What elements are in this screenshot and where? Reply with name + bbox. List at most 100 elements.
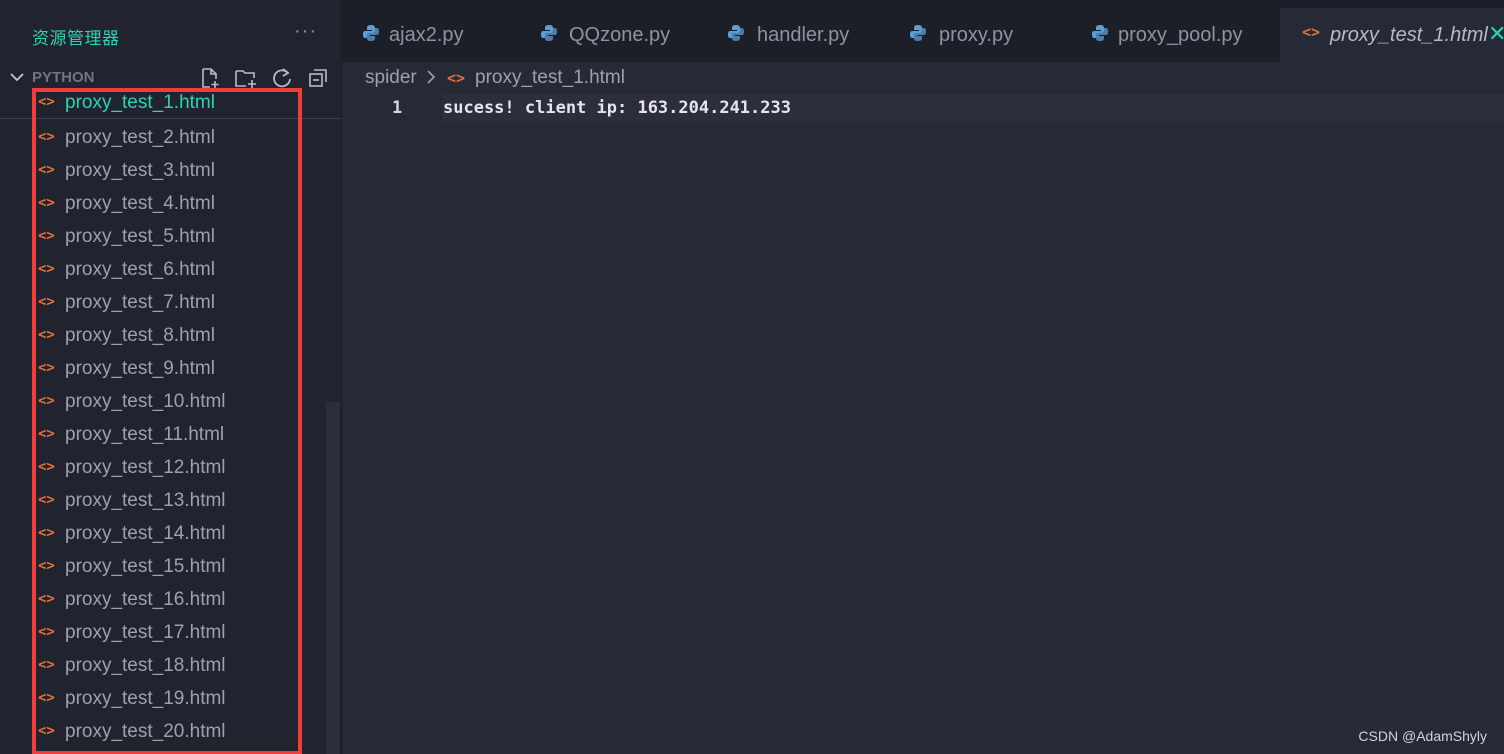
file-tree-item[interactable]: <> proxy_test_6.html: [0, 253, 341, 286]
tab-proxy[interactable]: proxy.py: [887, 8, 1067, 62]
new-folder-button[interactable]: [233, 66, 259, 90]
file-tree-item[interactable]: <> proxy_test_2.html: [0, 121, 341, 154]
python-icon: [1092, 25, 1108, 41]
more-actions-icon[interactable]: ···: [294, 20, 317, 43]
new-file-button[interactable]: [197, 66, 223, 90]
file-tree-item[interactable]: <> proxy_test_10.html: [0, 385, 341, 418]
tab-ajax2[interactable]: ajax2.py: [342, 8, 522, 62]
workspace-section-header[interactable]: PYTHON: [0, 63, 341, 91]
file-tree-item[interactable]: <> proxy_test_8.html: [0, 319, 341, 352]
file-tree-item[interactable]: <> proxy_test_3.html: [0, 154, 341, 187]
python-icon: [728, 25, 744, 41]
vscode-window: 资源管理器 ··· PYTHON <> proxy_test_1.html <>…: [0, 0, 1504, 754]
close-icon[interactable]: ✕: [1488, 21, 1504, 47]
html-file-icon: <>: [38, 128, 55, 145]
explorer-title: 资源管理器: [32, 29, 120, 48]
html-file-icon: <>: [38, 293, 55, 310]
tab-label: proxy_pool.py: [1118, 24, 1243, 46]
file-name: proxy_test_18.html: [65, 654, 226, 676]
tab-proxy-pool[interactable]: proxy_pool.py: [1067, 8, 1280, 62]
line-content[interactable]: sucess! client ip: 163.204.241.233: [443, 98, 791, 118]
html-file-icon: <>: [38, 326, 55, 343]
html-file-icon: <>: [38, 194, 55, 211]
file-name: proxy_test_13.html: [65, 489, 226, 511]
file-name: proxy_test_6.html: [65, 258, 215, 280]
explorer-header: 资源管理器 ···: [0, 0, 341, 70]
file-name: proxy_test_9.html: [65, 357, 215, 379]
html-file-icon: <>: [1302, 23, 1321, 41]
tab-label: proxy.py: [939, 24, 1014, 46]
file-tree-item[interactable]: <> proxy_test_18.html: [0, 649, 341, 682]
file-tree-item[interactable]: <> proxy_test_5.html: [0, 220, 341, 253]
breadcrumb: spider <> proxy_test_1.html: [342, 62, 1504, 94]
chevron-down-icon: [10, 73, 24, 82]
line-number: 1: [392, 98, 403, 118]
collapse-all-icon: [309, 69, 327, 87]
file-name: proxy_test_10.html: [65, 390, 226, 412]
file-tree-item[interactable]: <> proxy_test_19.html: [0, 682, 341, 715]
file-name: proxy_test_8.html: [65, 324, 215, 346]
html-file-icon: <>: [38, 392, 55, 409]
file-name: proxy_test_15.html: [65, 555, 226, 577]
file-tree: <> proxy_test_1.html <> proxy_test_2.html <>…: [0, 88, 341, 748]
html-file-icon: <>: [38, 260, 55, 277]
refresh-button[interactable]: [269, 66, 295, 90]
html-file-icon: <>: [38, 227, 55, 244]
html-file-icon: <>: [38, 656, 55, 673]
file-tree-item[interactable]: <> proxy_test_7.html: [0, 286, 341, 319]
file-name: proxy_test_17.html: [65, 621, 226, 643]
file-name: proxy_test_11.html: [65, 423, 225, 445]
file-name: proxy_test_4.html: [65, 192, 215, 214]
tab-label: QQzone.py: [569, 24, 671, 46]
tab-proxy-test-1[interactable]: <> proxy_test_1.html ✕: [1280, 8, 1504, 62]
file-name: proxy_test_2.html: [65, 126, 215, 148]
file-name: proxy_test_12.html: [65, 456, 226, 478]
tab-label: proxy_test_1.html: [1330, 24, 1488, 46]
tab-label: ajax2.py: [389, 24, 464, 46]
tab-qqzone[interactable]: QQzone.py: [522, 8, 709, 62]
new-folder-icon: [235, 70, 256, 88]
file-tree-item[interactable]: <> proxy_test_1.html: [0, 88, 341, 119]
file-tree-item[interactable]: <> proxy_test_11.html: [0, 418, 341, 451]
python-icon: [363, 25, 379, 41]
explorer-actions: [197, 66, 331, 90]
new-file-icon: [202, 68, 219, 88]
code-editor[interactable]: 1 sucess! client ip: 163.204.241.233: [342, 94, 1504, 754]
sidebar-scrollbar[interactable]: [326, 402, 340, 754]
file-name: proxy_test_20.html: [65, 720, 226, 742]
file-name: proxy_test_1.html: [65, 92, 215, 113]
tab-handler[interactable]: handler.py: [709, 8, 887, 62]
file-tree-item[interactable]: <> proxy_test_12.html: [0, 451, 341, 484]
file-tree-item[interactable]: <> proxy_test_4.html: [0, 187, 341, 220]
html-file-icon: <>: [38, 689, 55, 706]
collapse-all-button[interactable]: [305, 66, 331, 90]
file-tree-item[interactable]: <> proxy_test_17.html: [0, 616, 341, 649]
workspace-section-label: PYTHON: [32, 69, 95, 86]
code-line: 1 sucess! client ip: 163.204.241.233: [342, 94, 1504, 123]
html-file-icon: <>: [38, 491, 55, 508]
file-tree-item[interactable]: <> proxy_test_14.html: [0, 517, 341, 550]
explorer-sidebar: 资源管理器 ··· PYTHON <> proxy_test_1.html <>…: [0, 0, 342, 754]
html-file-icon: <>: [38, 94, 55, 111]
html-file-icon: <>: [38, 590, 55, 607]
breadcrumb-file[interactable]: proxy_test_1.html: [475, 67, 625, 89]
editor-tabs: ajax2.py QQzone.py handler.py proxy.py p…: [342, 0, 1504, 62]
tab-label: handler.py: [757, 24, 850, 46]
watermark: CSDN @AdamShyly: [1358, 728, 1487, 744]
html-file-icon: <>: [38, 524, 55, 541]
html-file-icon: <>: [38, 557, 55, 574]
chevron-right-icon: [427, 70, 436, 84]
python-icon: [910, 25, 926, 41]
file-tree-item[interactable]: <> proxy_test_9.html: [0, 352, 341, 385]
html-file-icon: <>: [38, 425, 55, 442]
file-tree-item[interactable]: <> proxy_test_13.html: [0, 484, 341, 517]
html-file-icon: <>: [38, 359, 55, 376]
file-tree-item[interactable]: <> proxy_test_16.html: [0, 583, 341, 616]
file-tree-item[interactable]: <> proxy_test_15.html: [0, 550, 341, 583]
file-name: proxy_test_7.html: [65, 291, 215, 313]
file-tree-item[interactable]: <> proxy_test_20.html: [0, 715, 341, 748]
html-file-icon: <>: [38, 722, 55, 739]
html-file-icon: <>: [447, 69, 466, 87]
breadcrumb-folder[interactable]: spider: [365, 67, 417, 89]
file-name: proxy_test_14.html: [65, 522, 226, 544]
